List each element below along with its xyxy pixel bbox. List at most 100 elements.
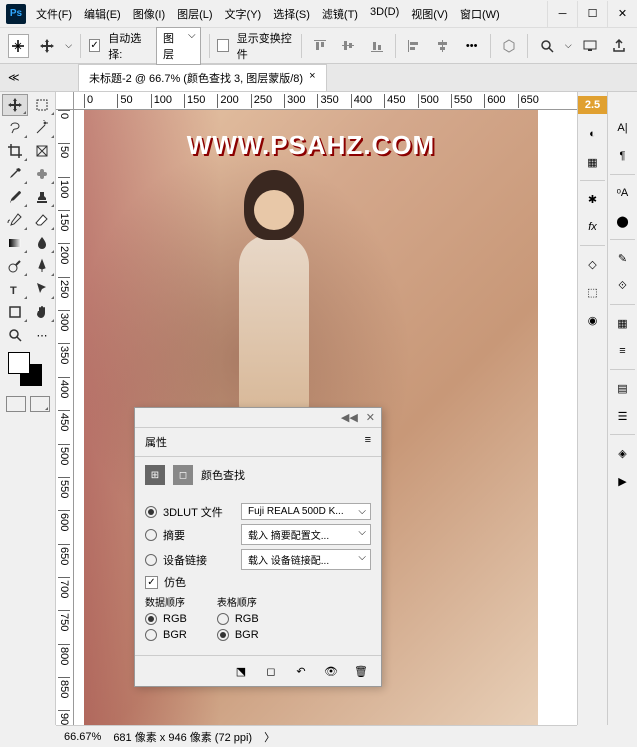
minimize-button[interactable]: ─ [547,1,577,27]
move-mode-icon[interactable] [37,34,58,58]
lasso-tool[interactable] [2,117,28,139]
healing-tool[interactable] [29,163,55,185]
marquee-tool[interactable] [29,94,55,116]
magic-wand-tool[interactable] [29,117,55,139]
zoom-tool[interactable] [2,324,28,346]
menu-edit[interactable]: 编辑(E) [80,2,125,26]
properties-tab[interactable]: 属性 [145,434,167,450]
properties-panel-icon[interactable]: ☰ [611,404,635,428]
close-tab-icon[interactable]: × [309,70,315,86]
previous-state-icon[interactable]: ◻ [261,662,281,680]
align-bottom-icon[interactable] [367,34,388,58]
auto-select-dropdown[interactable]: 图层 [156,27,201,65]
paths-panel-icon[interactable]: ◉ [581,308,605,332]
type-tool[interactable]: T [2,278,28,300]
actions-panel-icon[interactable]: ▦ [611,311,635,335]
hand-tool[interactable] [29,301,55,323]
navigator-panel-icon[interactable]: ◈ [611,441,635,465]
history-panel-icon[interactable]: ≡ [611,339,635,363]
delete-icon[interactable]: 🗑 [351,662,371,680]
data-rgb-radio[interactable] [145,613,157,625]
close-button[interactable]: ✕ [607,1,637,27]
quickmask-icon[interactable] [6,396,26,412]
dodge-tool[interactable] [2,255,28,277]
layers-panel-icon[interactable]: ◇ [581,252,605,276]
panel-menu-icon[interactable]: ≡ [365,434,371,450]
brushes-panel-icon[interactable]: ⬤ [611,209,635,233]
menu-3d[interactable]: 3D(D) [366,2,403,26]
swatches-panel-icon[interactable]: ▦ [581,150,605,174]
menu-select[interactable]: 选择(S) [269,2,314,26]
data-bgr-radio[interactable] [145,629,157,641]
color-panel-icon[interactable]: ◐ [581,122,605,146]
edit-toolbar[interactable]: ⋯ [29,324,55,346]
status-menu-icon[interactable]: 〉 [264,729,275,745]
clip-to-layer-icon[interactable]: ⬔ [231,662,251,680]
abstract-radio[interactable] [145,529,157,541]
timeline-panel-icon[interactable]: ▶ [611,469,635,493]
share-icon[interactable] [608,34,629,58]
panel-toggle-icon[interactable]: ≪ [8,71,20,84]
panel-badge[interactable]: 2.5 [578,96,607,114]
stamp-tool[interactable] [29,186,55,208]
auto-select-checkbox[interactable] [89,39,100,52]
mask-icon[interactable]: ◻ [173,465,193,485]
move-tool[interactable] [2,94,28,116]
document-dimensions[interactable]: 681 像素 x 946 像素 (72 ppi) [113,729,252,745]
reset-icon[interactable]: ↶ [291,662,311,680]
menu-image[interactable]: 图像(I) [129,2,169,26]
menu-layer[interactable]: 图层(L) [173,2,216,26]
dither-checkbox[interactable] [145,576,158,589]
channels-panel-icon[interactable]: ⬚ [581,280,605,304]
eyedropper-tool[interactable] [2,163,28,185]
crop-tool[interactable] [2,140,28,162]
visibility-icon[interactable]: 👁 [321,662,341,680]
gradient-tool[interactable] [2,232,28,254]
3dlut-radio[interactable] [145,506,157,518]
zoom-level[interactable]: 66.67% [64,731,101,743]
brush-settings-icon[interactable]: ✎ [611,246,635,270]
document-tab[interactable]: 未标题-2 @ 66.7% (颜色查找 3, 图层蒙版/8) × [78,64,327,91]
paragraph-panel-icon[interactable]: ¶ [611,144,635,168]
dropdown-arrow-icon[interactable]: ⌵ [65,40,72,51]
color-swatches[interactable] [8,352,48,388]
show-transform-checkbox[interactable] [217,39,228,52]
maximize-button[interactable]: ☐ [577,1,607,27]
styles-panel-icon[interactable]: fx [581,215,605,239]
glyphs-panel-icon[interactable]: ᵒA [611,181,635,205]
path-select-tool[interactable] [29,278,55,300]
3d-mode-icon[interactable] [499,34,520,58]
brush-tool[interactable] [2,186,28,208]
devicelink-radio[interactable] [145,554,157,566]
search-icon[interactable] [536,34,557,58]
align-more-icon[interactable]: ••• [461,34,482,58]
devicelink-dropdown[interactable]: 载入 设备链接配... [241,549,371,570]
tool-preset-icon[interactable] [8,34,29,58]
pen-tool[interactable] [29,255,55,277]
workspace-icon[interactable] [580,34,601,58]
character-panel-icon[interactable]: A| [611,116,635,140]
frame-tool[interactable] [29,140,55,162]
eraser-tool[interactable] [29,209,55,231]
menu-window[interactable]: 窗口(W) [456,2,504,26]
table-rgb-radio[interactable] [217,613,229,625]
3dlut-dropdown[interactable]: Fuji REALA 500D K... [241,503,371,520]
dropdown-arrow-icon[interactable]: ⌵ [565,40,572,51]
align-hcenter-icon[interactable] [433,34,454,58]
align-top-icon[interactable] [309,34,330,58]
abstract-dropdown[interactable]: 载入 摘要配置文... [241,524,371,545]
collapse-panel-icon[interactable]: ◀◀ [341,411,358,424]
shape-tool[interactable] [2,301,28,323]
align-left-icon[interactable] [404,34,425,58]
ruler-vertical[interactable]: 0501001502002503003504004505005506006507… [56,110,74,725]
menu-filter[interactable]: 滤镜(T) [318,2,362,26]
align-vcenter-icon[interactable] [338,34,359,58]
menu-type[interactable]: 文字(Y) [221,2,266,26]
info-panel-icon[interactable]: ▤ [611,376,635,400]
clone-source-icon[interactable]: ⟐ [611,274,635,298]
menu-view[interactable]: 视图(V) [407,2,452,26]
menu-file[interactable]: 文件(F) [32,2,76,26]
blur-tool[interactable] [29,232,55,254]
adjustments-panel-icon[interactable]: ✱ [581,187,605,211]
foreground-color[interactable] [8,352,30,374]
